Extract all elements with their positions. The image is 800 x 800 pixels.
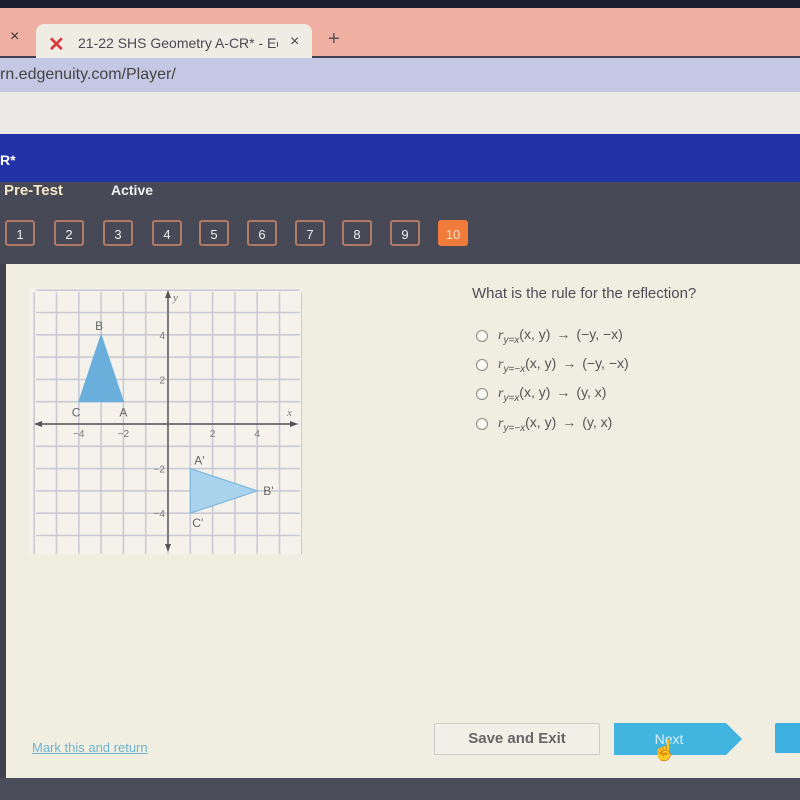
vertex-label-a-prime: A' [194,454,204,468]
question-nav-10[interactable]: 10 [438,220,468,246]
question-nav-3[interactable]: 3 [103,220,133,246]
radio-button[interactable] [476,329,488,342]
rule-subscript: y=−x [503,363,526,375]
new-tab-button[interactable]: + [328,28,340,51]
rule-arrow: → [556,326,571,342]
rule-output: (−y, −x) [582,355,629,371]
coordinate-graph: x y −4 −2 2 4 4 2 −2 −4 A B C A' B' C' [30,288,302,554]
vertex-label-b-prime: B' [263,484,273,498]
screen-bottom-bezel [0,778,800,800]
rule-output: (y, x) [576,384,607,400]
vertex-label-c: C [72,406,81,420]
question-nav-4[interactable]: 4 [152,220,182,246]
option-rule-text: ry=−x(x, y) → (y, x) [498,414,613,434]
submit-button-partial[interactable] [775,723,800,753]
y-tick-label: 4 [159,331,165,342]
answer-option[interactable]: ry=−x(x, y) → (y, x) [476,414,612,434]
url-text[interactable]: rn.edgenuity.com/Player/ [0,66,176,84]
question-prompt: What is the rule for the reflection? [472,285,697,302]
screen-top-bezel [0,0,800,8]
address-bar[interactable]: rn.edgenuity.com/Player/ [0,58,800,92]
y-tick-label: −2 [154,465,166,476]
graph-background [30,288,302,554]
rule-output: (y, x) [582,414,613,430]
previous-tab-close-icon[interactable]: × [10,28,19,46]
tab-title: 21-22 SHS Geometry A-CR* - Edg [78,35,278,51]
radio-button[interactable] [476,417,488,430]
x-tick-label: −2 [118,429,130,440]
rule-input: (x, y) [519,326,551,342]
x-tick-label: −4 [73,429,85,440]
y-tick-label: 2 [159,375,165,386]
x-tick-label: 2 [210,429,216,440]
rule-arrow: → [556,384,571,400]
x-axis-label: x [286,407,292,419]
rule-input: (x, y) [519,384,551,400]
y-axis-label: y [172,292,178,304]
x-tick-label: 4 [254,429,260,440]
tab-close-icon[interactable]: × [290,33,299,51]
question-nav-6[interactable]: 6 [247,220,277,246]
vertex-label-c-prime: C' [192,516,203,530]
rule-input: (x, y) [525,414,557,430]
option-rule-text: ry=x(x, y) → (−y, −x) [498,326,623,346]
browser-toolbar-area [0,92,800,134]
option-rule-text: ry=x(x, y) → (y, x) [498,384,607,404]
next-button-label: Next [654,731,684,747]
rule-input: (x, y) [525,355,557,371]
question-nav-5[interactable]: 5 [199,220,229,246]
y-tick-label: −4 [154,509,166,520]
mark-and-return-link[interactable]: Mark this and return [32,740,148,755]
activity-status: Active [111,182,154,198]
question-nav-7[interactable]: 7 [295,220,325,246]
option-rule-text: ry=−x(x, y) → (−y, −x) [498,355,629,375]
question-nav-8[interactable]: 8 [342,220,372,246]
save-and-exit-button[interactable]: Save and Exit [434,723,600,755]
answer-option[interactable]: ry=x(x, y) → (y, x) [476,384,606,404]
rule-subscript: y=x [503,334,520,346]
vertex-label-b: B [95,319,103,333]
rule-arrow: → [562,355,577,371]
rule-subscript: y=−x [503,422,526,434]
course-title: R* [0,152,16,168]
course-header: R* [0,134,800,182]
question-nav-1[interactable]: 1 [5,220,35,246]
radio-button[interactable] [476,387,488,400]
browser-tab-strip: × ✕ 21-22 SHS Geometry A-CR* - Edg × + [0,8,800,66]
next-button[interactable]: Next [614,723,742,755]
answer-option[interactable]: ry=−x(x, y) → (−y, −x) [476,355,629,375]
radio-button[interactable] [476,358,488,371]
vertex-label-a: A [119,406,127,420]
rule-output: (−y, −x) [576,326,623,342]
answer-option[interactable]: ry=x(x, y) → (−y, −x) [476,326,623,346]
rule-arrow: → [562,414,577,430]
edgenuity-favicon-icon: ✕ [48,34,65,56]
activity-title: Pre-Test [4,182,63,199]
rule-subscript: y=x [503,392,520,404]
question-nav-2[interactable]: 2 [54,220,84,246]
question-nav-9[interactable]: 9 [390,220,420,246]
